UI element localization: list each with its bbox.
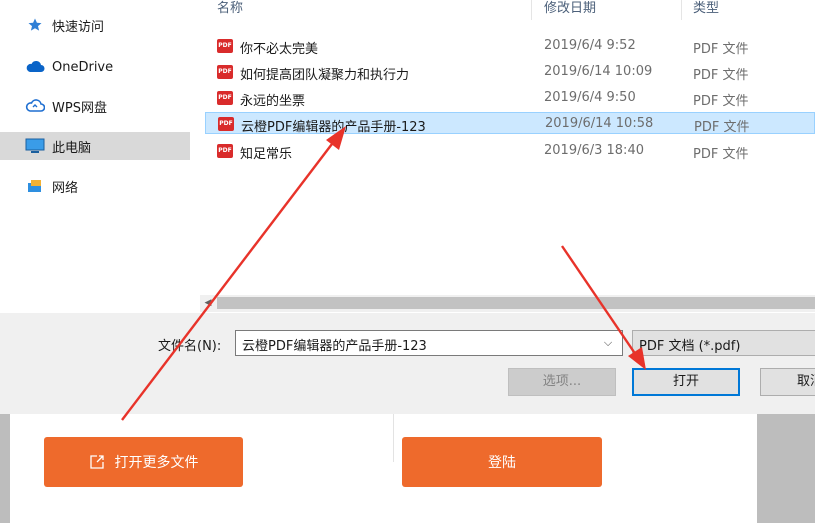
computer-icon: [24, 138, 46, 154]
file-name: 永远的坐票: [240, 94, 306, 109]
column-header-type[interactable]: 类型: [693, 0, 719, 20]
file-type: PDF 文件: [693, 94, 749, 109]
column-divider[interactable]: [681, 0, 682, 20]
file-type: PDF 文件: [693, 147, 749, 162]
file-row[interactable]: PDF 知足常乐 2019/6/3 18:40 PDF 文件: [205, 140, 815, 162]
open-more-files-button[interactable]: 打开更多文件: [44, 437, 243, 487]
cloud-icon: [24, 59, 46, 75]
nav-item-label: OneDrive: [52, 59, 114, 75]
file-row[interactable]: PDF 你不必太完美 2019/6/4 9:52 PDF 文件: [205, 35, 815, 57]
network-icon: [24, 178, 46, 194]
open-more-files-label: 打开更多文件: [114, 455, 199, 471]
file-name: 如何提高团队凝聚力和执行力: [240, 68, 410, 83]
filename-input[interactable]: 云橙PDF编辑器的产品手册-123: [235, 330, 623, 356]
file-open-dialog: 快速访问 OneDrive WPS网盘 此电脑 网络 名称 修改日期 类型 PD…: [0, 0, 815, 414]
file-type: PDF 文件: [693, 42, 749, 57]
pdf-file-icon: PDF: [217, 65, 233, 79]
scrollbar-thumb[interactable]: [217, 297, 815, 309]
scroll-left-icon[interactable]: ◀: [202, 297, 214, 309]
open-button[interactable]: 打开: [632, 368, 740, 396]
dialog-footer: 文件名(N): 云橙PDF编辑器的产品手册-123 ⌵ PDF 文档 (*.pd…: [0, 313, 815, 414]
star-icon: [24, 17, 46, 33]
navigation-pane: 快速访问 OneDrive WPS网盘 此电脑 网络: [0, 0, 200, 314]
nav-item-label: 网络: [52, 180, 79, 196]
login-button[interactable]: 登陆: [402, 437, 602, 487]
file-row-selected[interactable]: PDF 云橙PDF编辑器的产品手册-123 2019/6/14 10:58 PD…: [205, 112, 815, 135]
wps-cloud-icon: [24, 98, 46, 114]
pdf-file-icon: PDF: [218, 117, 234, 131]
file-date: 2019/6/4 9:52: [544, 38, 636, 53]
pdf-file-icon: PDF: [217, 144, 233, 158]
file-name: 云橙PDF编辑器的产品手册-123: [241, 120, 426, 135]
file-date: 2019/6/14 10:09: [544, 64, 653, 79]
horizontal-scrollbar[interactable]: ◀: [200, 295, 815, 312]
file-name: 你不必太完美: [240, 42, 319, 57]
nav-item-this-pc[interactable]: 此电脑: [0, 132, 190, 160]
nav-item-onedrive[interactable]: OneDrive: [0, 53, 190, 81]
file-name: 知足常乐: [240, 147, 293, 162]
nav-item-label: 此电脑: [52, 140, 92, 156]
chevron-down-icon[interactable]: ⌵: [600, 335, 616, 351]
divider: [393, 414, 394, 462]
external-link-icon: [89, 454, 105, 470]
column-header-name[interactable]: 名称: [217, 0, 243, 20]
file-type: PDF 文件: [694, 120, 750, 135]
filename-label: 文件名(N):: [158, 339, 222, 354]
nav-item-label: 快速访问: [52, 19, 105, 35]
options-button[interactable]: 选项...: [508, 368, 616, 396]
cancel-button[interactable]: 取消: [760, 368, 815, 396]
nav-item-quick-access[interactable]: 快速访问: [0, 11, 190, 39]
file-list: 名称 修改日期 类型 PDF 你不必太完美 2019/6/4 9:52 PDF …: [205, 0, 815, 298]
file-type: PDF 文件: [693, 68, 749, 83]
file-date: 2019/6/4 9:50: [544, 90, 636, 105]
pdf-file-icon: PDF: [217, 91, 233, 105]
column-divider[interactable]: [531, 0, 532, 20]
pdf-file-icon: PDF: [217, 39, 233, 53]
nav-item-network[interactable]: 网络: [0, 172, 190, 200]
file-date: 2019/6/3 18:40: [544, 143, 644, 158]
file-type-filter[interactable]: PDF 文档 (*.pdf): [632, 330, 815, 356]
login-label: 登陆: [488, 455, 516, 471]
file-row[interactable]: PDF 永远的坐票 2019/6/4 9:50 PDF 文件: [205, 87, 815, 109]
file-row[interactable]: PDF 如何提高团队凝聚力和执行力 2019/6/14 10:09 PDF 文件: [205, 61, 815, 83]
column-header-date[interactable]: 修改日期: [544, 0, 596, 20]
nav-item-wps-cloud[interactable]: WPS网盘: [0, 92, 190, 120]
file-date: 2019/6/14 10:58: [545, 116, 654, 131]
nav-item-label: WPS网盘: [52, 100, 107, 116]
